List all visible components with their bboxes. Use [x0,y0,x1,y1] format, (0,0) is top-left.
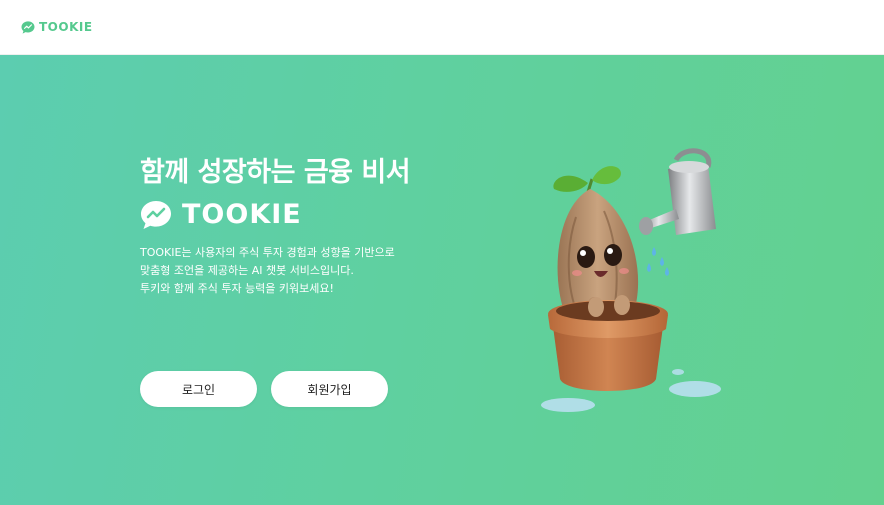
sprout-leaves [553,166,621,193]
hero-brand: TOOKIE [140,199,470,230]
chat-bubble-chart-icon [21,20,35,34]
auth-buttons: 로그인 회원가입 [140,371,388,407]
hero-description-line: 투키와 함께 주식 투자 능력을 키워보세요! [140,282,334,295]
flower-pot [548,295,668,391]
signup-button[interactable]: 회원가입 [271,371,388,407]
mascot-illustration [541,148,721,412]
water-puddle [669,381,721,397]
hero-description: TOOKIE는 사용자의 주식 투자 경험과 성향을 기반으로 맞춤형 조언을 … [140,244,470,298]
hero-brand-text: TOOKIE [182,199,302,230]
header-brand-text: TOOKIE [39,20,93,34]
water-drop [652,247,656,256]
hero-content: 함께 성장하는 금융 비서 TOOKIE TOOKIE는 사용자의 주식 투자 … [140,155,470,298]
water-puddle [672,369,684,375]
header-logo[interactable]: TOOKIE [21,20,93,34]
water-drop [647,263,651,272]
hero-description-line: TOOKIE는 사용자의 주식 투자 경험과 성향을 기반으로 [140,246,395,259]
hero-description-line: 맞춤형 조언을 제공하는 AI 챗봇 서비스입니다. [140,264,354,277]
water-drop [665,267,669,276]
watering-can [639,148,716,235]
chat-bubble-chart-icon [141,200,171,229]
hero-title: 함께 성장하는 금융 비서 [140,157,411,188]
water-drop [660,257,664,266]
login-button[interactable]: 로그인 [140,371,257,407]
top-header: TOOKIE [0,0,884,55]
water-puddle [541,398,595,412]
hero-section: 함께 성장하는 금융 비서 TOOKIE TOOKIE는 사용자의 주식 투자 … [0,55,884,505]
